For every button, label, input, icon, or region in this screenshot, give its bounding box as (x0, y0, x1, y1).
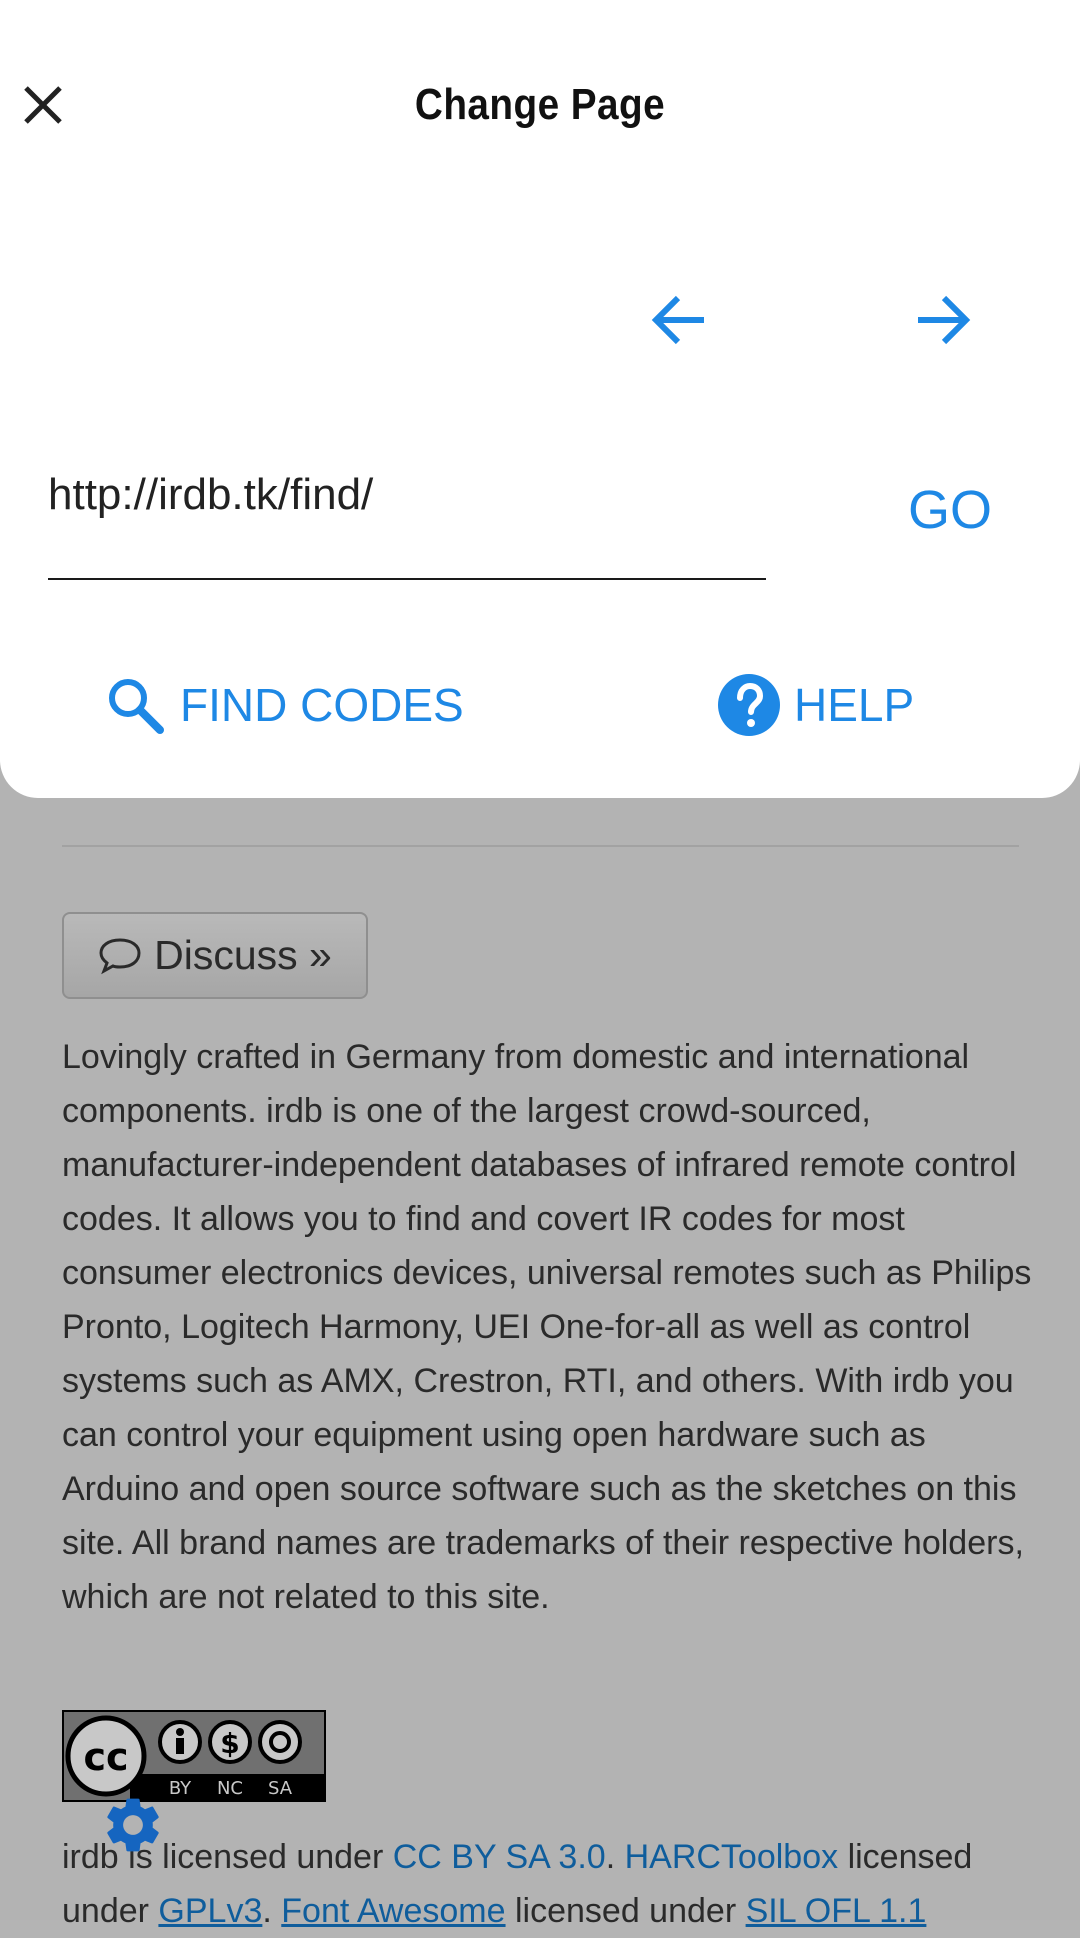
cc-by-label: BY (169, 1778, 192, 1799)
help-button[interactable]: HELP (718, 665, 914, 745)
go-button[interactable]: GO (880, 470, 1020, 550)
cc-main-label: cc (83, 1735, 128, 1779)
discuss-button[interactable]: Discuss » (62, 912, 368, 999)
cc-sa-label: SA (268, 1778, 293, 1799)
sil-ofl-link[interactable]: SIL OFL 1.1 (746, 1892, 927, 1930)
font-awesome-link[interactable]: Font Awesome (281, 1892, 505, 1930)
cc-by-sa-link[interactable]: CC BY SA 3.0 (393, 1838, 606, 1876)
help-label: HELP (794, 679, 915, 731)
license-text-2: licensed (838, 1838, 973, 1876)
change-page-dialog: Change Page GO FIND CODES HELP (0, 0, 1080, 798)
search-icon (109, 679, 164, 734)
about-text: Lovingly crafted in Germany from domesti… (62, 1038, 1032, 1616)
gear-icon[interactable] (100, 1792, 166, 1858)
harctoolbox-link[interactable]: HARCToolbox (625, 1838, 839, 1876)
dialog-title: Change Page (414, 80, 666, 129)
license-sep-1: . (605, 1838, 625, 1876)
arrow-right-icon[interactable] (910, 290, 980, 350)
cc-license-badge[interactable]: cc $ BY NC SA (62, 1710, 326, 1802)
close-icon[interactable] (16, 78, 70, 132)
divider (62, 845, 1019, 847)
comment-icon (99, 937, 141, 974)
license-text-4: licensed under (505, 1892, 746, 1930)
license-text: irdb is licensed under CC BY SA 3.0. HAR… (62, 1830, 1052, 1938)
arrow-left-icon[interactable] (642, 290, 712, 350)
cc-nc-label: NC (217, 1778, 243, 1799)
find-codes-button[interactable]: FIND CODES (104, 665, 464, 745)
find-codes-label: FIND CODES (180, 679, 464, 731)
discuss-label: Discuss » (154, 932, 332, 978)
svg-text:$: $ (220, 1727, 239, 1760)
license-sep-2: . (262, 1892, 282, 1930)
license-text-3: under (62, 1892, 159, 1930)
url-input[interactable] (48, 452, 766, 580)
gplv3-link[interactable]: GPLv3 (158, 1892, 262, 1930)
help-circle-icon (718, 674, 780, 736)
